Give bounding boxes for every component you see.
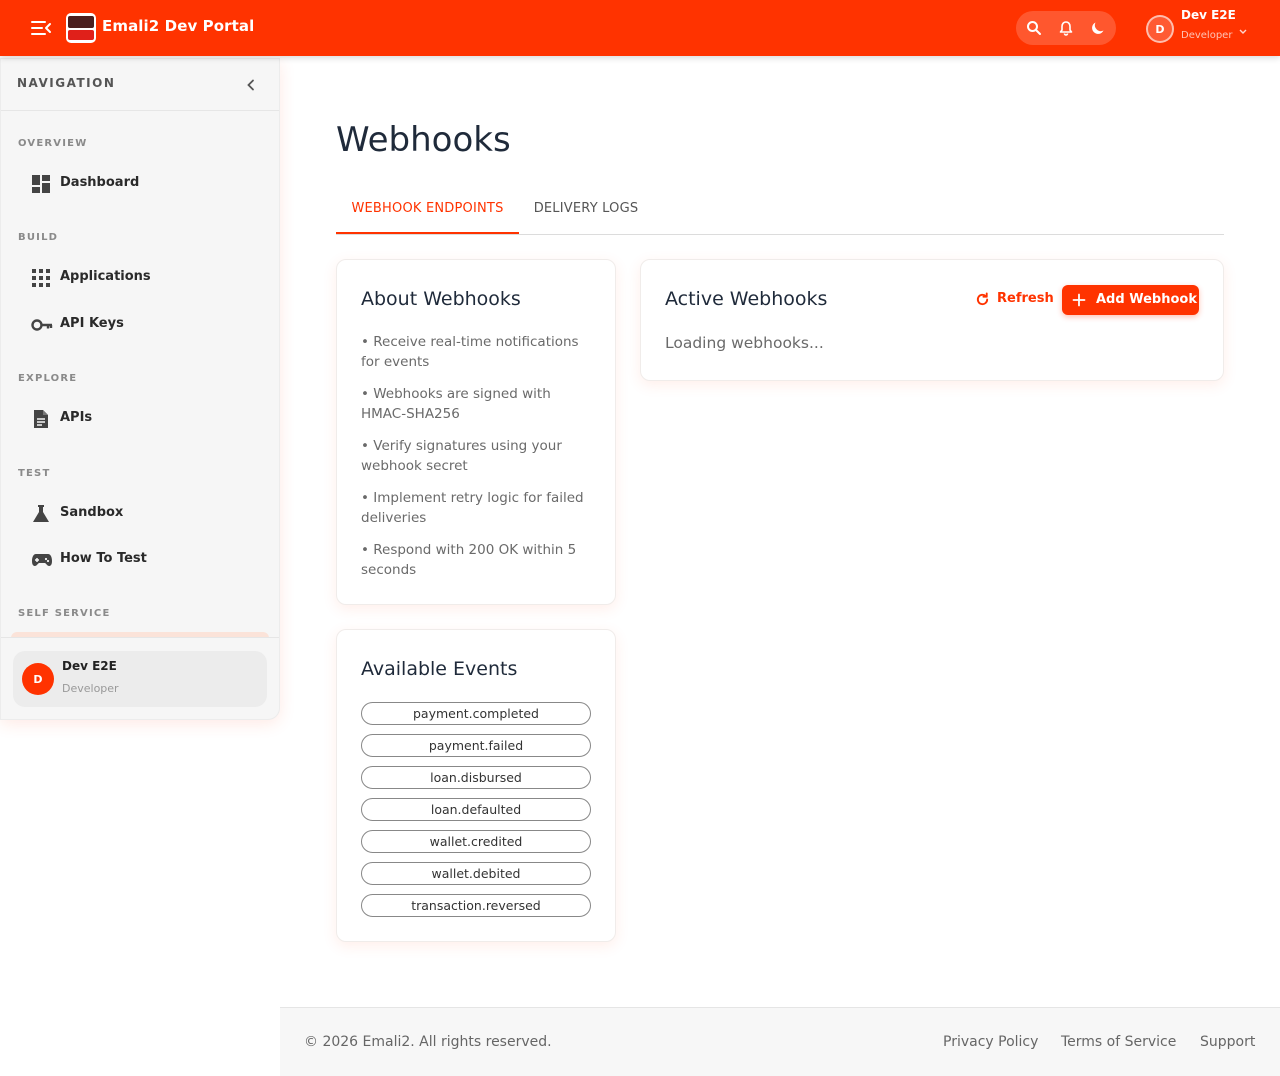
card-title: Available Events (361, 658, 518, 680)
list-item: • Receive real-time notifications for ev… (361, 334, 579, 370)
chevron-left-icon[interactable] (244, 77, 258, 91)
event-chip: payment.completed (361, 702, 591, 725)
section-label-explore: EXPLORE (18, 373, 78, 384)
flask-icon (31, 504, 51, 524)
header-tools (1016, 11, 1116, 45)
section-label-overview: OVERVIEW (18, 138, 88, 149)
section-label-build: BUILD (18, 232, 59, 243)
tab-bar: WEBHOOK ENDPOINTS DELIVERY LOGS (336, 186, 1224, 235)
section-label-self-service: SELF SERVICE (18, 608, 111, 619)
privacy-policy-link[interactable]: Privacy Policy (943, 1034, 1038, 1050)
add-webhook-label: Add Webhook (1096, 292, 1197, 307)
list-item: • Webhooks are signed with HMAC-SHA256 (361, 386, 551, 422)
avatar: D (1146, 15, 1174, 43)
sidebar-item-label: How To Test (60, 551, 147, 566)
support-link[interactable]: Support (1200, 1034, 1255, 1050)
list-item: • Verify signatures using your webhook s… (361, 438, 562, 474)
brand-title[interactable]: Emali2 Dev Portal (102, 17, 254, 35)
user-menu[interactable]: D Dev E2E Developer (1146, 8, 1256, 43)
sidebar-item-how-to-test[interactable]: How To Test (17, 540, 265, 578)
footer: © 2026 Emali2. All rights reserved. Priv… (280, 1007, 1280, 1076)
sidebar-title: NAVIGATION (17, 76, 116, 90)
card-title: About Webhooks (361, 288, 521, 310)
user-name: Dev E2E (62, 659, 117, 673)
event-chip: loan.disbursed (361, 766, 591, 789)
sidebar-item-api-keys[interactable]: API Keys (17, 305, 265, 343)
avatar: D (22, 663, 54, 695)
refresh-icon (976, 292, 989, 306)
available-events-card: Available Events payment.completed payme… (336, 629, 616, 942)
search-icon[interactable] (1026, 20, 1042, 36)
event-chip: wallet.credited (361, 830, 591, 853)
moon-icon[interactable] (1090, 20, 1106, 36)
plus-icon (1072, 293, 1086, 307)
about-list: • Receive real-time notifications for ev… (361, 332, 593, 592)
sidebar-item-label: Applications (60, 269, 151, 284)
key-icon (31, 315, 53, 335)
brand-logo[interactable] (66, 13, 96, 43)
event-chip: loan.defaulted (361, 798, 591, 821)
active-webhooks-card: Active Webhooks Refresh Add Webhook Load… (640, 259, 1224, 381)
tab-webhook-endpoints[interactable]: WEBHOOK ENDPOINTS (336, 186, 519, 234)
event-list: payment.completed payment.failed loan.di… (361, 702, 591, 926)
page-title: Webhooks (336, 120, 511, 160)
refresh-button[interactable]: Refresh (973, 288, 1054, 312)
card-title: Active Webhooks (665, 288, 828, 310)
section-label-test: TEST (18, 468, 51, 479)
dashboard-icon (31, 174, 51, 194)
add-webhook-button[interactable]: Add Webhook (1062, 285, 1199, 315)
user-name: Dev E2E (1181, 8, 1236, 22)
bell-icon[interactable] (1058, 20, 1074, 36)
refresh-label: Refresh (997, 291, 1054, 306)
copyright: © 2026 Emali2. All rights reserved. (304, 1034, 552, 1050)
tab-delivery-logs[interactable]: DELIVERY LOGS (519, 186, 653, 234)
event-chip: wallet.debited (361, 862, 591, 885)
menu-open-icon[interactable] (30, 18, 52, 38)
user-role: Developer (62, 682, 119, 695)
sidebar-item-label: API Keys (60, 316, 124, 331)
sidebar: NAVIGATION OVERVIEW Dashboard BUILD Appl… (0, 58, 280, 720)
list-item: • Implement retry logic for failed deliv… (361, 490, 584, 526)
gamepad-icon (31, 550, 52, 570)
user-role: Developer (1181, 30, 1233, 41)
top-app-bar: Emali2 Dev Portal D Dev E2E Developer (0, 0, 1280, 56)
sidebar-item-dashboard[interactable]: Dashboard (17, 164, 265, 202)
event-chip: transaction.reversed (361, 894, 591, 917)
sidebar-item-apis[interactable]: APIs (17, 399, 265, 437)
document-icon (31, 409, 51, 429)
divider (1, 637, 279, 638)
apps-grid-icon (31, 268, 51, 288)
sidebar-item-sandbox[interactable]: Sandbox (17, 494, 265, 532)
terms-of-service-link[interactable]: Terms of Service (1061, 1034, 1176, 1050)
sidebar-item-label: Sandbox (60, 505, 124, 520)
event-chip: payment.failed (361, 734, 591, 757)
list-item: • Respond with 200 OK within 5 seconds (361, 542, 577, 578)
sidebar-header: NAVIGATION (1, 59, 279, 111)
about-webhooks-card: About Webhooks • Receive real-time notif… (336, 259, 616, 605)
sidebar-item-label: APIs (60, 410, 93, 425)
sidebar-user-card[interactable]: D Dev E2E Developer (13, 651, 267, 707)
loading-text: Loading webhooks... (665, 334, 824, 352)
sidebar-item-label: Dashboard (60, 175, 140, 190)
sidebar-item-applications[interactable]: Applications (17, 258, 265, 296)
chevron-down-icon (1238, 21, 1248, 40)
